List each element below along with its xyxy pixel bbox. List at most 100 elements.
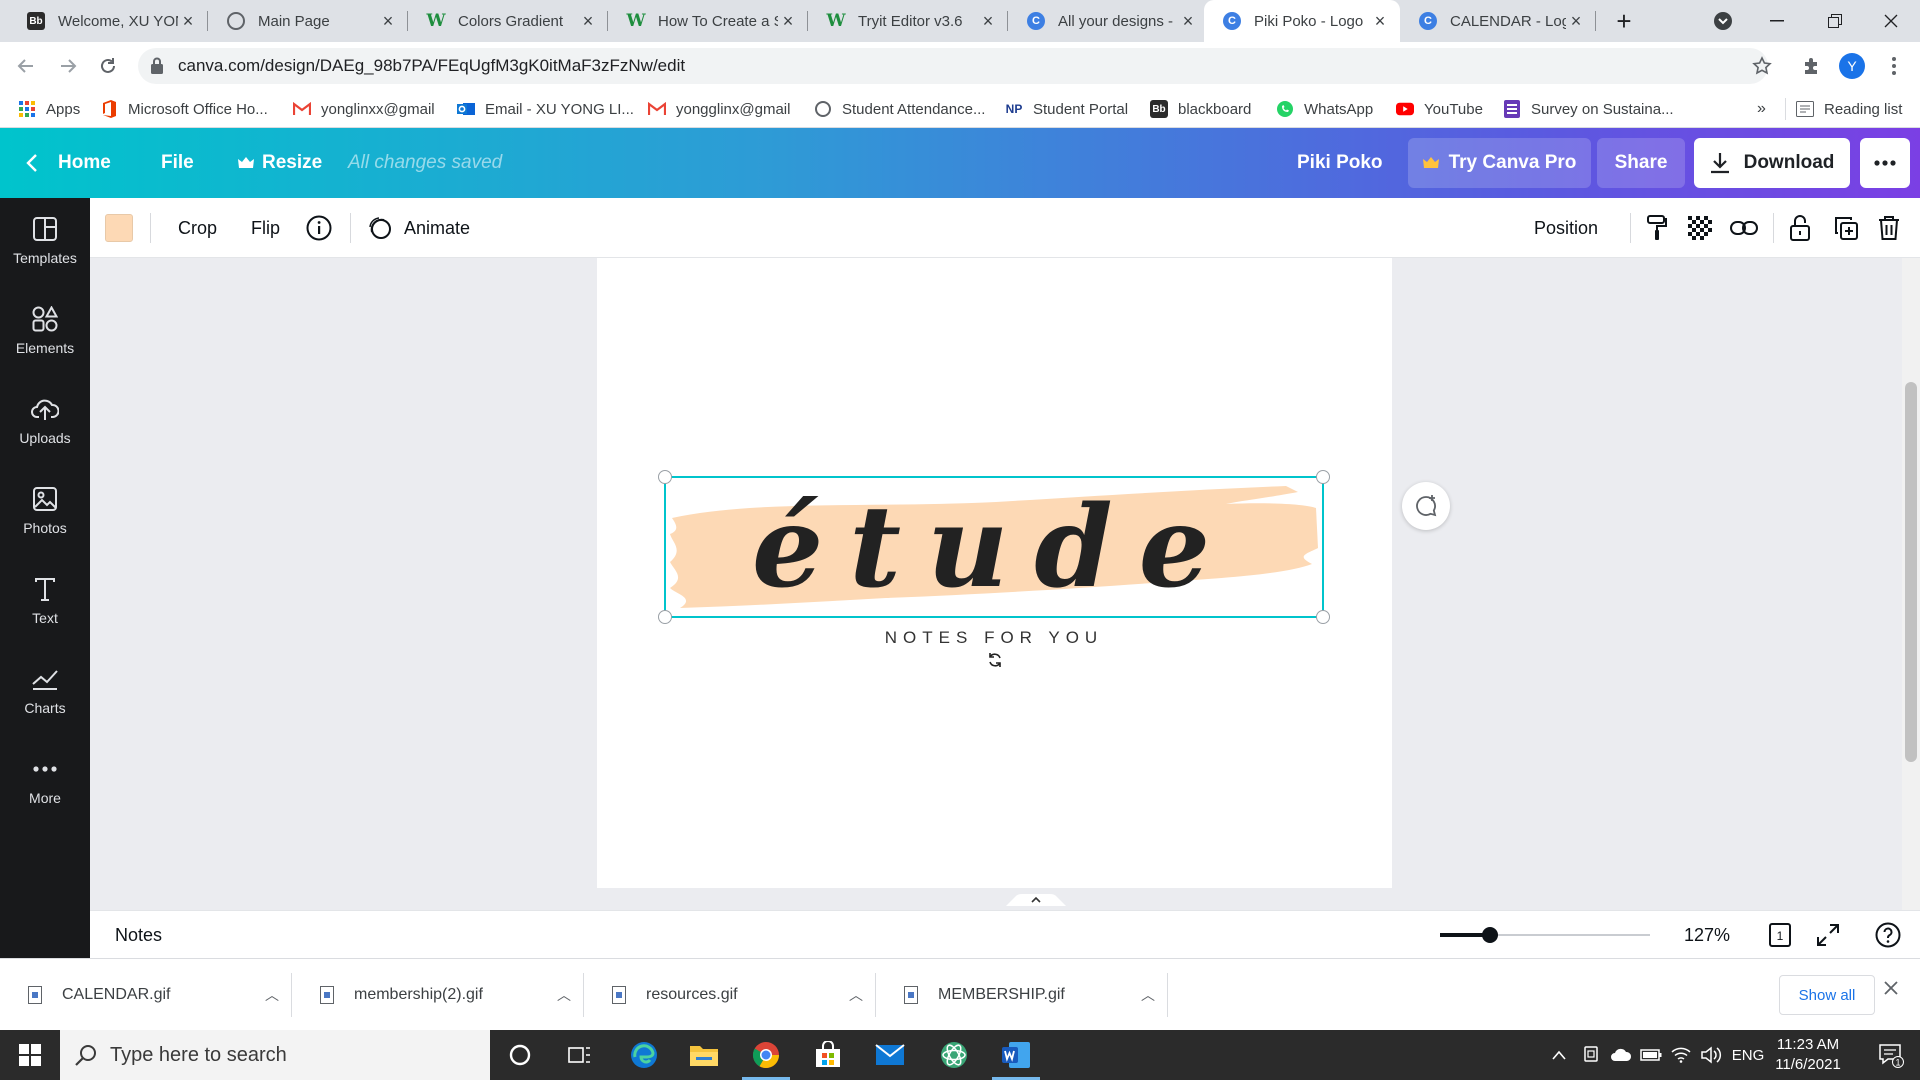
transparency-button[interactable] [1688,198,1712,258]
volume-button[interactable] [1696,1030,1726,1080]
taskbar-app-chrome[interactable] [736,1030,796,1080]
taskbar-app-atom[interactable] [924,1030,984,1080]
bookmark-item[interactable]: yonglinxx@gmail [293,98,435,120]
duplicate-button[interactable] [1834,198,1858,258]
onedrive-button[interactable] [1606,1030,1636,1080]
delete-button[interactable] [1878,198,1900,258]
bookmark-item[interactable]: Student Attendance... [814,98,985,120]
show-hidden-icons-button[interactable] [1544,1030,1574,1080]
download-item[interactable]: membership(2).gif ︿ [292,959,584,1031]
bookmark-item[interactable]: NP Student Portal [1005,98,1128,120]
bookmark-apps[interactable]: Apps [18,98,80,120]
link-button[interactable] [1730,198,1758,258]
browser-tab[interactable]: W Tryit Editor v3.6 × [808,0,1008,42]
bookmark-item[interactable]: yongglinx@gmail [648,98,790,120]
browser-tab[interactable]: C All your designs - × [1008,0,1208,42]
start-button[interactable] [0,1030,60,1080]
download-button[interactable]: Download [1694,138,1850,188]
device-tray-button[interactable] [1576,1030,1606,1080]
close-window-button[interactable] [1862,0,1920,42]
sidebar-item-more[interactable]: More [0,740,90,820]
close-tab-icon[interactable]: × [1178,11,1198,31]
zoom-slider[interactable] [1440,927,1650,943]
more-options-button[interactable] [1860,138,1910,188]
lock-button[interactable] [1790,198,1810,258]
horizontal-scrollbar[interactable] [90,888,1902,910]
flip-button[interactable]: Flip [251,198,280,258]
address-bar[interactable]: canva.com/design/DAEg_98b7PA/FEqUgfM3gK0… [138,48,1768,84]
restore-button[interactable] [1806,0,1864,42]
sidebar-item-charts[interactable]: Charts [0,650,90,730]
bookmark-item[interactable]: Survey on Sustaina... [1503,98,1674,120]
page-count-button[interactable]: 1 [1766,921,1794,949]
sidebar-item-uploads[interactable]: Uploads [0,380,90,460]
resize-handle[interactable] [1316,470,1330,484]
reload-button[interactable] [92,50,124,82]
resize-handle[interactable] [658,610,672,624]
crop-button[interactable]: Crop [178,198,217,258]
chevron-up-icon[interactable]: ︿ [836,985,876,1005]
tab-search-button[interactable] [1694,0,1752,42]
minimize-button[interactable] [1748,0,1806,42]
close-tab-icon[interactable]: × [378,11,398,31]
resize-button[interactable]: Resize [238,128,322,198]
browser-tab[interactable]: Main Page × [208,0,408,42]
bookmark-item[interactable]: Email - XU YONG LI... [457,98,634,120]
bookmark-item[interactable]: WhatsApp [1276,98,1373,120]
chevron-up-icon[interactable]: ︿ [544,985,584,1005]
chevron-up-icon[interactable] [1006,892,1066,906]
notes-button[interactable]: Notes [115,911,162,959]
taskbar-search-input[interactable]: Type here to search [60,1030,490,1080]
browser-tab-active[interactable]: C Piki Poko - Logo × [1204,0,1400,42]
taskbar-app-edge[interactable] [614,1030,674,1080]
sidebar-item-text[interactable]: Text [0,560,90,640]
file-menu-button[interactable]: File [161,128,194,198]
selected-logo-element[interactable]: étude [658,470,1330,624]
fullscreen-button[interactable] [1814,921,1842,949]
share-button[interactable]: Share [1597,138,1685,188]
sidebar-item-photos[interactable]: Photos [0,470,90,550]
close-tab-icon[interactable]: × [1566,11,1586,31]
add-comment-button[interactable] [1402,482,1450,530]
battery-button[interactable] [1636,1030,1666,1080]
bookmarks-overflow-button[interactable]: » [1757,98,1766,120]
cortana-button[interactable] [490,1030,550,1080]
help-button[interactable] [1874,921,1902,949]
rotate-handle[interactable] [984,649,1006,671]
try-canva-pro-button[interactable]: Try Canva Pro [1408,138,1591,188]
browser-tab[interactable]: W Colors Gradient × [408,0,608,42]
download-item[interactable]: CALENDAR.gif ︿ [0,959,292,1031]
resize-handle[interactable] [1316,610,1330,624]
bookmark-star-button[interactable] [1748,52,1776,80]
bookmark-item[interactable]: Bb blackboard [1150,98,1251,120]
position-button[interactable]: Position [1534,198,1598,258]
download-item[interactable]: resources.gif ︿ [584,959,876,1031]
copy-style-button[interactable] [1646,198,1668,258]
chevron-up-icon[interactable]: ︿ [252,985,292,1005]
vertical-scrollbar[interactable] [1902,258,1920,910]
show-all-downloads-button[interactable]: Show all [1779,975,1875,1015]
browser-menu-button[interactable] [1880,52,1908,80]
resize-handle[interactable] [658,470,672,484]
bookmark-item[interactable]: Microsoft Office Ho... [100,98,268,120]
wifi-button[interactable] [1666,1030,1696,1080]
close-tab-icon[interactable]: × [778,11,798,31]
close-tab-icon[interactable]: × [178,11,198,31]
new-tab-button[interactable]: + [1596,0,1652,42]
download-item[interactable]: MEMBERSHIP.gif ︿ [876,959,1168,1031]
taskbar-app-explorer[interactable] [674,1030,734,1080]
info-button[interactable] [306,198,332,258]
close-tab-icon[interactable]: × [578,11,598,31]
close-shelf-button[interactable] [1884,981,1898,995]
close-tab-icon[interactable]: × [1370,11,1390,31]
extensions-button[interactable] [1798,52,1826,80]
zoom-level[interactable]: 127% [1684,911,1730,959]
chevron-up-icon[interactable]: ︿ [1128,985,1168,1005]
sidebar-item-elements[interactable]: Elements [0,290,90,370]
logo-tagline[interactable]: NOTES FOR YOU [664,628,1324,648]
home-button[interactable]: Home [26,128,111,198]
design-name[interactable]: Piki Poko [1297,128,1383,198]
back-button[interactable] [10,50,42,82]
bookmark-item[interactable]: YouTube [1396,98,1483,120]
profile-button[interactable]: Y [1838,52,1866,80]
